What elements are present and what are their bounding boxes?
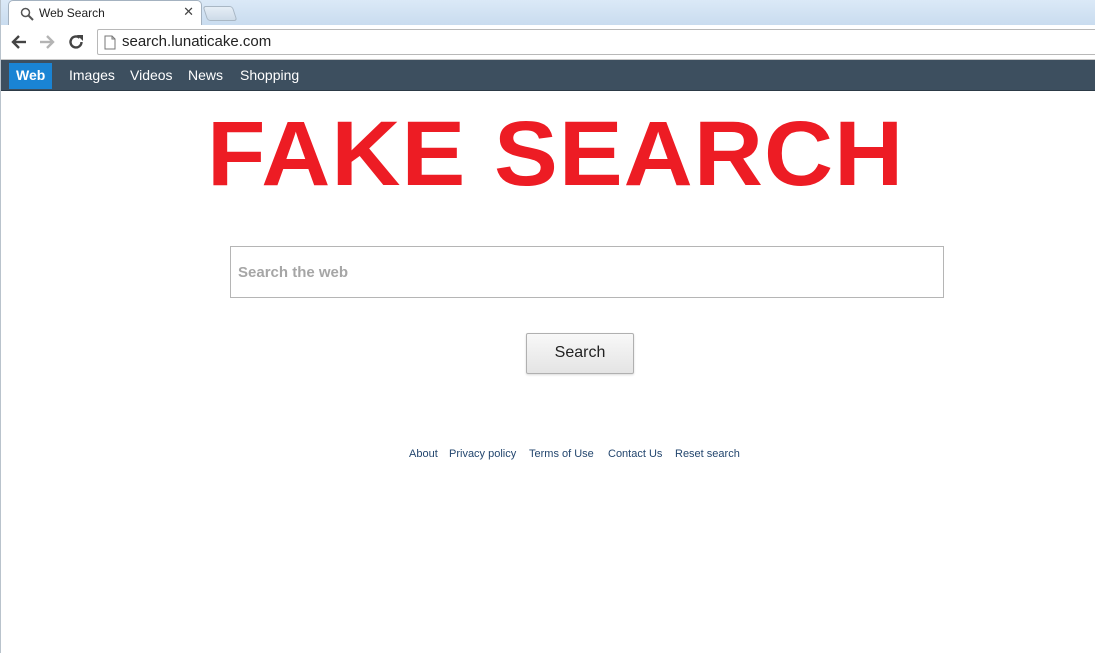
site-nav-bar: Web Images Videos News Shopping [1,60,1095,91]
fake-search-banner: FAKE SEARCH [207,103,905,205]
new-tab-button[interactable] [202,6,238,21]
footer-link-terms-of-use[interactable]: Terms of Use [529,448,594,460]
close-tab-icon[interactable]: ✕ [183,5,194,19]
nav-item-news[interactable]: News [188,63,223,89]
nav-item-shopping[interactable]: Shopping [240,63,299,89]
page-icon [104,35,116,50]
footer-links: About Privacy policy Terms of Use Contac… [1,448,1095,464]
browser-window: Web Search ✕ search.lunaticake.com Web I… [0,0,1095,653]
search-icon [20,7,34,21]
back-arrow-icon[interactable] [10,33,28,51]
search-box [230,246,944,298]
browser-tab[interactable]: Web Search ✕ [8,0,202,25]
nav-item-videos[interactable]: Videos [130,63,173,89]
url-text: search.lunaticake.com [122,33,272,50]
tab-strip: Web Search ✕ [1,0,1095,25]
search-input[interactable] [231,247,943,297]
nav-item-images[interactable]: Images [69,63,115,89]
footer-link-about[interactable]: About [409,448,438,460]
address-bar[interactable]: search.lunaticake.com [97,29,1095,55]
footer-link-contact-us[interactable]: Contact Us [608,448,662,460]
reload-icon[interactable] [67,33,85,51]
browser-toolbar: search.lunaticake.com [1,25,1095,60]
footer-link-reset-search[interactable]: Reset search [675,448,740,460]
forward-arrow-icon[interactable] [38,33,56,51]
tab-title: Web Search [39,6,105,20]
search-button[interactable]: Search [526,333,634,374]
footer-link-privacy-policy[interactable]: Privacy policy [449,448,516,460]
nav-item-web[interactable]: Web [9,63,53,89]
